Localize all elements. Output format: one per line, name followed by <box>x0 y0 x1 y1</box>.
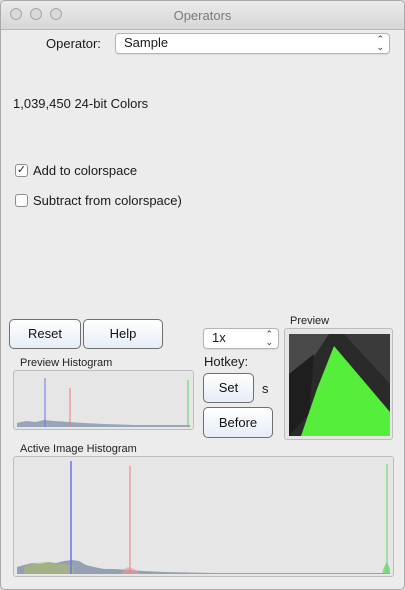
set-hotkey-button[interactable]: Set <box>203 373 254 403</box>
zoom-select-value: 1x <box>212 330 226 345</box>
operators-window: Operators Operator: Sample ⌃ ⌄ 1,039,450 … <box>0 0 405 590</box>
preview-histogram-plot <box>17 378 190 427</box>
add-to-colorspace-checkbox[interactable]: ✓ <box>15 164 28 177</box>
subtract-from-colorspace-checkbox[interactable] <box>15 194 28 207</box>
before-button[interactable]: Before <box>203 407 273 438</box>
window-title: Operators <box>173 8 232 23</box>
active-histogram-plot <box>17 461 390 574</box>
zoom-select[interactable]: 1x ⌃ ⌄ <box>203 328 279 349</box>
title-bar: Operators <box>1 1 404 30</box>
preview-histogram <box>13 370 194 430</box>
reset-button[interactable]: Reset <box>9 319 81 349</box>
add-to-colorspace-label: Add to colorspace <box>33 163 138 178</box>
help-button[interactable]: Help <box>83 319 163 349</box>
operator-label: Operator: <box>46 36 101 51</box>
active-image-histogram <box>13 456 394 577</box>
hotkey-key: s <box>262 381 269 396</box>
select-chevrons-icon: ⌃ ⌄ <box>265 329 273 347</box>
operators-panel: Operator: Sample ⌃ ⌄ 1,039,450 24-bit Col… <box>2 30 403 587</box>
preview-histogram-label: Preview Histogram <box>20 357 113 369</box>
hotkey-label: Hotkey: <box>204 354 249 369</box>
checkmark-icon: ✓ <box>16 164 27 176</box>
color-count-text: 1,039,450 24-bit Colors <box>13 96 149 111</box>
operator-select[interactable]: Sample ⌃ ⌄ <box>115 33 390 54</box>
operator-select-value: Sample <box>124 35 169 50</box>
preview-label: Preview <box>290 315 330 327</box>
active-histogram-label: Active Image Histogram <box>20 443 137 455</box>
subtract-from-colorspace-label: Subtract from colorspace) <box>33 193 182 208</box>
select-chevrons-icon: ⌃ ⌄ <box>376 34 384 52</box>
preview-image <box>289 334 390 436</box>
preview-box <box>284 328 393 440</box>
